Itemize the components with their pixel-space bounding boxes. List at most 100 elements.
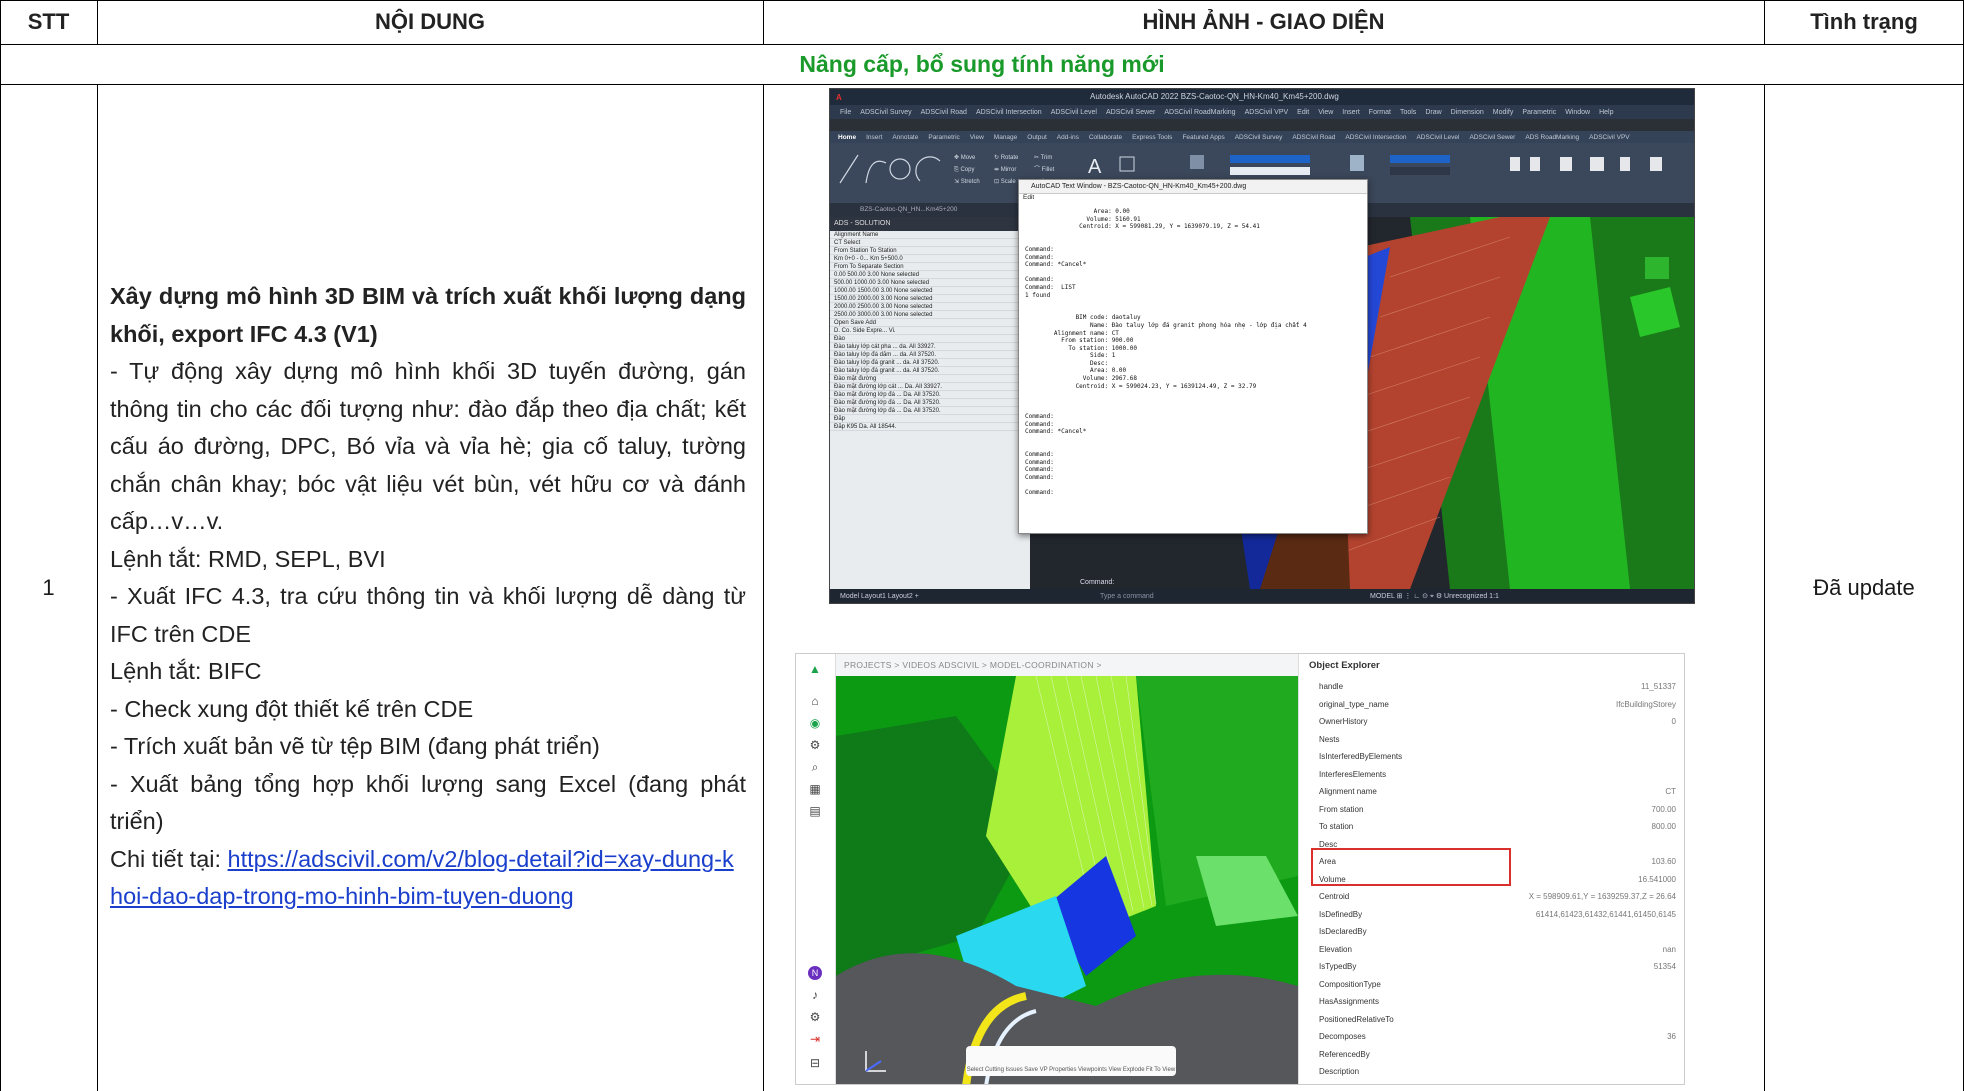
autocad-menu-item[interactable]: Parametric (1522, 109, 1556, 116)
collapse-icon[interactable]: ⊟ (808, 1056, 822, 1070)
autocad-menu-item[interactable]: ADSCivil Sewer (1106, 109, 1155, 116)
property-row[interactable]: PositionedRelativeTo (1299, 1011, 1684, 1029)
viewer-tool-button[interactable]: Save VP (1024, 1067, 1047, 1073)
bell-icon[interactable]: ♪ (808, 988, 822, 1002)
layout-tabs[interactable]: Model Layout1 Layout2 + (840, 593, 919, 600)
ribbon-tab[interactable]: ADSCivil VPV (1589, 134, 1629, 141)
breadcrumb[interactable]: PROJECTS > VIDEOS ADSCIVIL > MODEL-COORD… (836, 654, 1296, 676)
command-input[interactable]: Type a command (1100, 589, 1154, 603)
panel-row[interactable]: Đào taluy lớp đá dăm ... da. All 37520. (830, 351, 1030, 359)
property-row[interactable]: Decomposes 36 (1299, 1028, 1684, 1046)
ribbon-tab[interactable]: Featured Apps (1182, 134, 1224, 141)
panel-row[interactable]: Đào mặt đường lớp cát ... Da. All 33927. (830, 383, 1030, 391)
property-row[interactable]: handle 11_51337 (1299, 678, 1684, 696)
model-icon[interactable]: ◉ (808, 716, 822, 730)
ribbon-tab[interactable]: ADSCivil Intersection (1345, 134, 1406, 141)
panel-row[interactable]: 500.00 1000.00 3.00 None selected (830, 279, 1030, 287)
panel-row[interactable]: From To Separate Section (830, 263, 1030, 271)
ribbon-tab[interactable]: ADS RoadMarking (1525, 134, 1579, 141)
panel-row[interactable]: Đắp K95 Da. All 18544. (830, 423, 1030, 431)
autocad-menu-item[interactable]: ADSCivil Road (921, 109, 967, 116)
autocad-menu-item[interactable]: File (840, 109, 851, 116)
ribbon-tab[interactable]: Manage (994, 134, 1018, 141)
panel-row[interactable]: Open Save Add (830, 319, 1030, 327)
panel-row[interactable]: Đào taluy lớp đá granit ... da. All 3752… (830, 359, 1030, 367)
bim-3d-viewport[interactable]: Select Cutting Issues Save VP Properties View… (836, 676, 1298, 1084)
panel-row[interactable]: 1500.00 2000.00 3.00 None selected (830, 295, 1030, 303)
viewer-tool-button[interactable]: Issues (1005, 1067, 1022, 1073)
viewer-tool-button[interactable]: Fit To View (1146, 1067, 1175, 1073)
grid-icon[interactable]: ▦ (808, 782, 822, 796)
panel-row[interactable]: Km 0+0 - 0... Km 5+500.0 (830, 255, 1030, 263)
autocad-menu-item[interactable]: ADSCivil Level (1051, 109, 1097, 116)
property-row[interactable]: original_type_name IfcBuildingStorey (1299, 696, 1684, 714)
autocad-menu-item[interactable]: Draw (1425, 109, 1441, 116)
viewer-tool-button[interactable]: Select (967, 1067, 984, 1073)
ribbon-tab[interactable]: Home (838, 134, 856, 141)
logout-icon[interactable]: ⇥ (808, 1032, 822, 1046)
autocad-menu-item[interactable]: Window (1565, 109, 1590, 116)
panel-row[interactable]: Đào mặt đường (830, 375, 1030, 383)
ribbon-tab[interactable]: View (970, 134, 984, 141)
property-row[interactable]: Nests (1299, 731, 1684, 749)
autocad-menu-item[interactable]: Format (1369, 109, 1391, 116)
property-row[interactable]: IsDefinedBy 61414,61423,61432,61441,61450… (1299, 906, 1684, 924)
panel-row[interactable]: From Station To Station (830, 247, 1030, 255)
viewer-tool-button[interactable]: Viewpoints (1078, 1067, 1107, 1073)
status-toggles[interactable]: MODEL ⊞ ⋮ ∟ ⊙ ⌖ ⚙ Unrecognized 1:1 (1370, 589, 1499, 603)
panel-row[interactable]: Đào mặt đường lớp đá ... Da. All 37520. (830, 407, 1030, 415)
ribbon-tab[interactable]: Insert (866, 134, 882, 141)
property-row[interactable]: OwnerHistory 0 (1299, 713, 1684, 731)
property-row[interactable]: CompositionType (1299, 976, 1684, 994)
ribbon-tab[interactable]: Express Tools (1132, 134, 1172, 141)
panel-row[interactable]: 1000.00 1500.00 3.00 None selected (830, 287, 1030, 295)
panel-row[interactable]: 0.00 500.00 3.00 None selected (830, 271, 1030, 279)
property-row[interactable]: InterferesElements (1299, 766, 1684, 784)
property-row[interactable]: Alignment name CT (1299, 783, 1684, 801)
autocad-menu-item[interactable]: Tools (1400, 109, 1416, 116)
property-row[interactable]: Description (1299, 1063, 1684, 1081)
autocad-menu-item[interactable]: ADSCivil RoadMarking (1164, 109, 1235, 116)
panel-row[interactable]: 2000.00 2500.00 3.00 None selected (830, 303, 1030, 311)
property-row[interactable]: IsDeclaredBy (1299, 923, 1684, 941)
panel-row[interactable]: Đào taluy lớp đá granit ... da. All 3752… (830, 367, 1030, 375)
autocad-menu-item[interactable]: ADSCivil Survey (860, 109, 911, 116)
autocad-menu-item[interactable]: Edit (1297, 109, 1309, 116)
document-icon[interactable]: ▤ (808, 804, 822, 818)
ribbon-tab[interactable]: Output (1027, 134, 1047, 141)
property-row[interactable]: IsInterferedByElements (1299, 748, 1684, 766)
settings-icon[interactable]: ⚙ (808, 738, 822, 752)
property-row[interactable]: Elevation nan (1299, 941, 1684, 959)
panel-row[interactable]: CT Select (830, 239, 1030, 247)
viewer-tool-button[interactable]: Explode (1123, 1067, 1145, 1073)
ribbon-tab[interactable]: Add-ins (1057, 134, 1079, 141)
search-icon[interactable]: ⌕ (808, 760, 822, 774)
property-row[interactable]: ReferencedBy (1299, 1046, 1684, 1064)
autocad-menu-item[interactable]: Modify (1493, 109, 1514, 116)
ribbon-tab[interactable]: Collaborate (1089, 134, 1122, 141)
ribbon-tab[interactable]: Annotate (892, 134, 918, 141)
property-row[interactable]: IsTypedBy 51354 (1299, 958, 1684, 976)
user-avatar-icon[interactable]: N (808, 966, 822, 980)
property-row[interactable]: To station 800.00 (1299, 818, 1684, 836)
gear-icon[interactable]: ⚙ (808, 1010, 822, 1024)
autocad-menu-item[interactable]: Dimension (1451, 109, 1484, 116)
ribbon-tab[interactable]: Parametric (928, 134, 959, 141)
panel-row[interactable]: Đào taluy lớp cát pha ... da. All 33927. (830, 343, 1030, 351)
autocad-menu-item[interactable]: Insert (1342, 109, 1360, 116)
property-row[interactable]: From station 700.00 (1299, 801, 1684, 819)
property-row[interactable]: HasAssignments (1299, 993, 1684, 1011)
ribbon-tab[interactable]: ADSCivil Level (1416, 134, 1459, 141)
viewer-tool-button[interactable]: Properties (1049, 1067, 1076, 1073)
panel-row[interactable]: Đào mặt đường lớp đá ... Da. All 37520. (830, 399, 1030, 407)
ribbon-tab[interactable]: ADSCivil Sewer (1469, 134, 1515, 141)
autocad-menu-item[interactable]: ADSCivil VPV (1245, 109, 1289, 116)
panel-row[interactable]: 2500.00 3000.00 3.00 None selected (830, 311, 1030, 319)
property-row[interactable]: Centroid X = 598909.61,Y = 1639259.37,Z =… (1299, 888, 1684, 906)
autocad-menu-item[interactable]: View (1318, 109, 1333, 116)
ribbon-tab[interactable]: ADSCivil Road (1292, 134, 1335, 141)
text-window-menu-edit[interactable]: Edit (1019, 194, 1367, 204)
autocad-menu-item[interactable]: ADSCivil Intersection (976, 109, 1042, 116)
viewer-tool-button[interactable]: View (1108, 1067, 1121, 1073)
panel-row[interactable]: Đào mặt đường lớp đá ... Da. All 37520. (830, 391, 1030, 399)
